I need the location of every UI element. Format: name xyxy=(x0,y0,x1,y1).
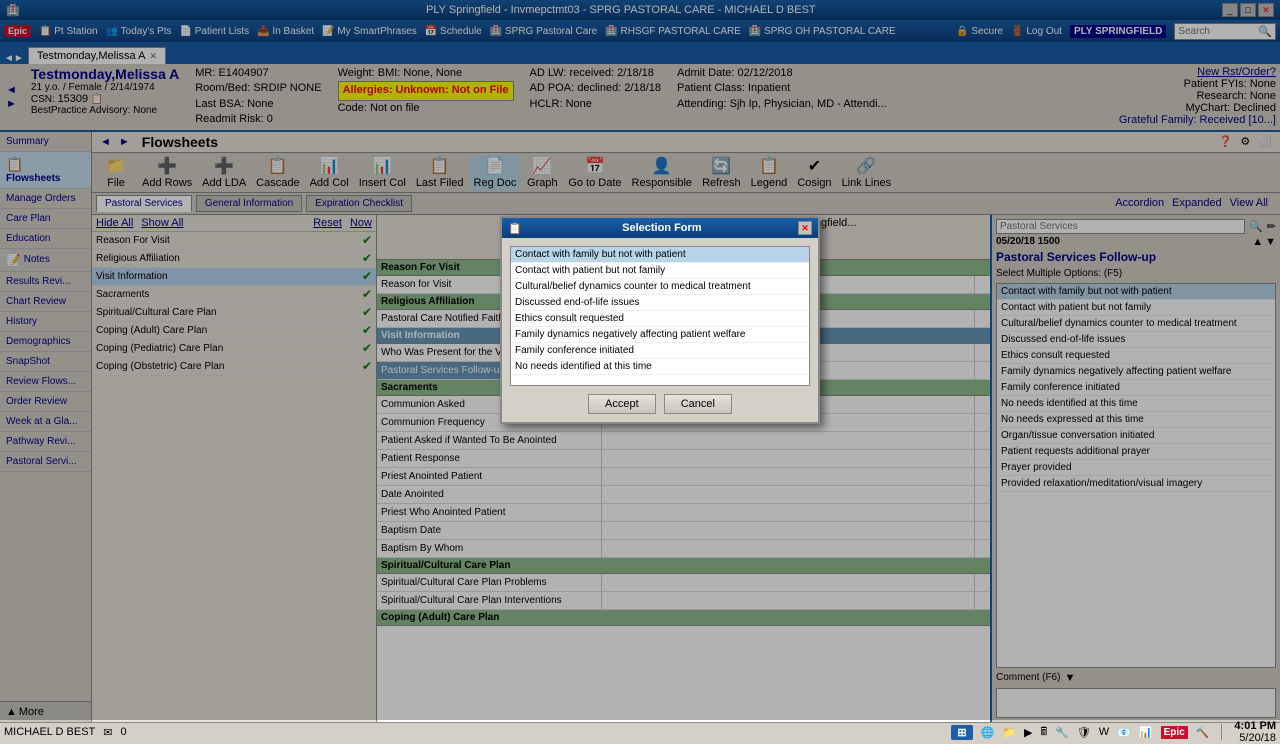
modal-body: Contact with family but not with patient… xyxy=(502,238,818,422)
status-bar: MICHAEL D BEST ✉ 0 ⊞ 🌐 📁 ▶ 🖩 🔧 🛡 W 📧 📊 E… xyxy=(0,722,1280,742)
status-message-icon[interactable]: ✉ xyxy=(103,726,112,739)
taskbar-misc[interactable]: 📊 xyxy=(1139,726,1153,739)
modal-icon: 📋 xyxy=(508,222,522,235)
modal-list: Contact with family but not with patient… xyxy=(510,246,810,386)
modal-title: Selection Form xyxy=(622,222,701,234)
status-date: 5/20/18 xyxy=(1234,732,1276,744)
status-user: MICHAEL D BEST xyxy=(4,726,95,738)
selection-form-modal: 📋 Selection Form ✕ Contact with family b… xyxy=(500,216,820,424)
modal-item-5[interactable]: Family dynamics negatively affecting pat… xyxy=(511,327,809,343)
taskbar-epic[interactable]: Epic xyxy=(1161,726,1188,739)
taskbar-other[interactable]: 🔨 xyxy=(1196,726,1210,739)
taskbar-ie[interactable]: 🌐 xyxy=(981,726,995,739)
taskbar-control-panel[interactable]: 🔧 xyxy=(1055,726,1069,739)
modal-title-bar: 📋 Selection Form ✕ xyxy=(502,218,818,238)
modal-cancel-button[interactable]: Cancel xyxy=(664,394,732,414)
status-time: 4:01 PM xyxy=(1234,720,1276,732)
modal-item-3[interactable]: Discussed end-of-life issues xyxy=(511,295,809,311)
status-left: MICHAEL D BEST ✉ 0 xyxy=(4,726,127,739)
taskbar-calculator[interactable]: 🖩 xyxy=(1041,723,1048,742)
modal-item-1[interactable]: Contact with patient but not family xyxy=(511,263,809,279)
start-button[interactable]: ⊞ xyxy=(951,725,972,740)
modal-close-button[interactable]: ✕ xyxy=(798,221,812,235)
modal-item-2[interactable]: Cultural/belief dynamics counter to medi… xyxy=(511,279,809,295)
taskbar-media[interactable]: ▶ xyxy=(1024,726,1032,739)
modal-item-6[interactable]: Family conference initiated xyxy=(511,343,809,359)
modal-overlay: 📋 Selection Form ✕ Contact with family b… xyxy=(0,0,1280,720)
status-right: ⊞ 🌐 📁 ▶ 🖩 🔧 🛡 W 📧 📊 Epic 🔨 4:01 PM 5/20/… xyxy=(951,720,1276,744)
modal-item-7[interactable]: No needs identified at this time xyxy=(511,359,809,375)
status-message-count: 0 xyxy=(121,726,127,738)
taskbar-vpn[interactable]: 🛡 xyxy=(1077,726,1091,739)
taskbar-outlook[interactable]: 📧 xyxy=(1117,726,1131,739)
modal-accept-button[interactable]: Accept xyxy=(588,394,656,414)
modal-item-4[interactable]: Ethics consult requested xyxy=(511,311,809,327)
modal-buttons: Accept Cancel xyxy=(510,394,810,414)
taskbar-folder[interactable]: 📁 xyxy=(1002,726,1016,739)
modal-item-0[interactable]: Contact with family but not with patient xyxy=(511,247,809,263)
taskbar-word[interactable]: W xyxy=(1099,726,1109,738)
